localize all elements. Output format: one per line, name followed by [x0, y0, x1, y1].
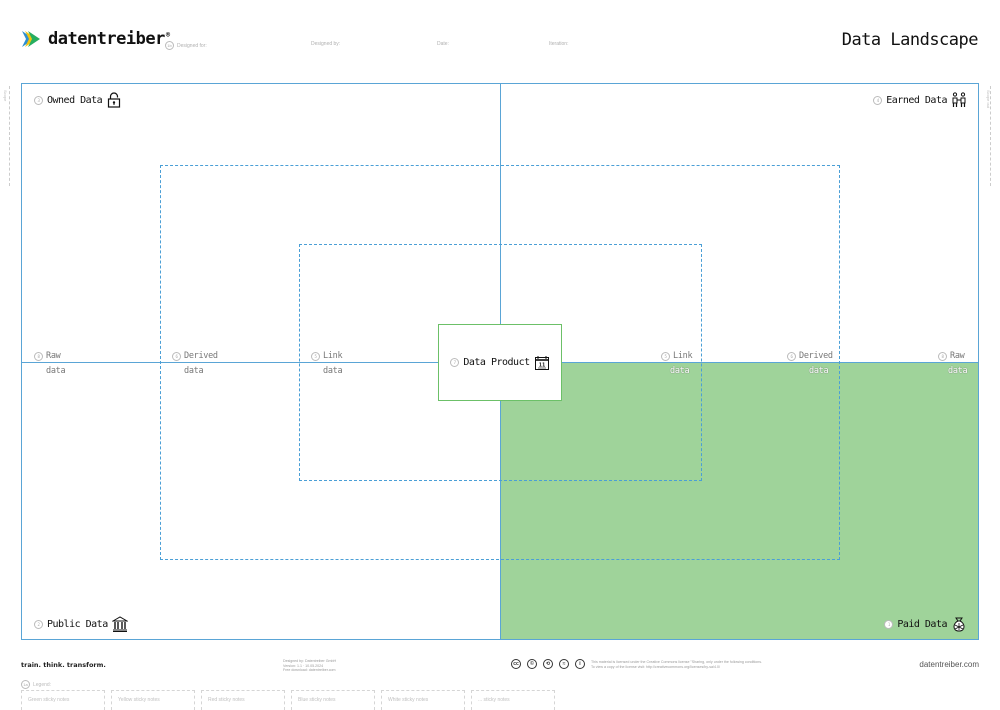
meta-date[interactable]: Date:	[437, 41, 449, 47]
license-text: This material is licensed under the Crea…	[591, 660, 763, 669]
legend-item-green[interactable]: Green sticky notes	[21, 690, 105, 710]
share-alike-icon: ⟲	[543, 659, 553, 669]
quadrant-owned-data[interactable]: 3 Owned Data	[34, 92, 122, 108]
ring-label-link-right[interactable]: 5 Link	[661, 351, 693, 361]
remix-icon: ≈	[559, 659, 569, 669]
people-handshake-icon	[952, 92, 966, 107]
ring-label-raw-left[interactable]: 8 Raw	[34, 351, 61, 361]
quadrant-earned-data[interactable]: 4 Earned Data	[873, 92, 967, 108]
legend-title: 1a Legend:	[21, 680, 51, 689]
money-bag-icon	[953, 617, 965, 632]
brand-logo: datentreiber®	[20, 28, 170, 50]
step-number: 1b	[165, 41, 174, 50]
ring-label-derived-right[interactable]: 6 Derived	[787, 351, 833, 361]
ring-label-link-left[interactable]: 5 Link	[311, 351, 343, 361]
credits: Designed by: Datentreiber GmbH Version: …	[283, 659, 337, 673]
ring-sub-derived-left: data	[184, 366, 204, 376]
legend-item-white[interactable]: White sticky notes	[381, 690, 465, 710]
tagline: train. think. transform.	[21, 661, 106, 669]
left-side-label: Scope	[3, 90, 8, 102]
data-product-label: Data Product	[463, 357, 530, 368]
license-icons: cc © ⟲ ≈ i	[511, 659, 585, 669]
legend-item-blue[interactable]: Blue sticky notes	[291, 690, 375, 710]
ring-sub-link-right: data	[670, 366, 690, 376]
calendar-icon: 11	[534, 355, 549, 370]
meta-iteration[interactable]: Iteration:	[549, 41, 568, 47]
website-link[interactable]: datentreiber.com	[919, 660, 979, 669]
legend-item-yellow[interactable]: Yellow sticky notes	[111, 690, 195, 710]
ring-sub-derived-right: data	[809, 366, 829, 376]
copyright-icon: ©	[527, 659, 537, 669]
quadrant-paid-data[interactable]: 1 Paid Data	[884, 616, 967, 632]
ring-sub-link-left: data	[323, 366, 343, 376]
brand-name: datentreiber®	[48, 29, 170, 49]
legend-item-red[interactable]: Red sticky notes	[201, 690, 285, 710]
meta-designed-by[interactable]: Designed by:	[311, 41, 340, 47]
ring-sub-raw-right: data	[948, 366, 968, 376]
meta-designed-for[interactable]: 1b Designed for:	[165, 41, 207, 50]
legend-item-other[interactable]: ... sticky notes	[471, 690, 555, 710]
legend-list: Green sticky notes Yellow sticky notes R…	[21, 690, 555, 710]
ring-label-raw-right[interactable]: 8 Raw	[938, 351, 965, 361]
data-product-box[interactable]: 7 Data Product 11	[438, 324, 562, 401]
attribution-icon: i	[575, 659, 585, 669]
left-side-strip	[9, 86, 10, 186]
lock-icon	[108, 92, 121, 108]
page-title: Data Landscape	[841, 30, 979, 50]
right-side-label: Scope out	[986, 90, 991, 109]
svg-text:11: 11	[538, 362, 545, 368]
datentreiber-logo-icon	[22, 31, 40, 47]
ring-label-derived-left[interactable]: 6 Derived	[172, 351, 218, 361]
cc-icon: cc	[511, 659, 521, 669]
ring-sub-raw-left: data	[46, 366, 66, 376]
government-building-icon	[111, 616, 128, 632]
quadrant-public-data[interactable]: 2 Public Data	[34, 616, 128, 632]
